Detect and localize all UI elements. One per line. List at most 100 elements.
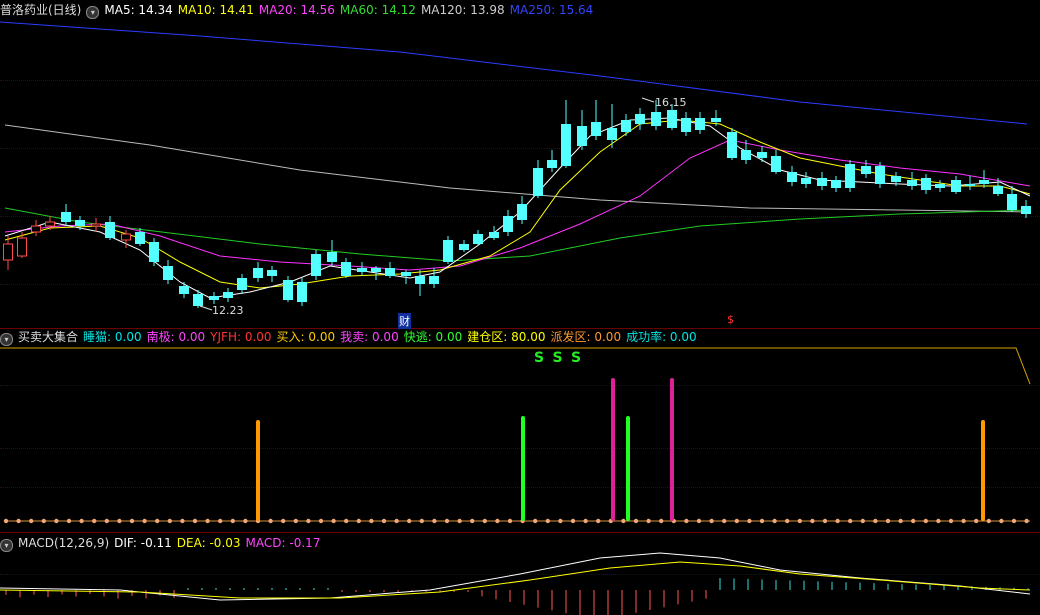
candle-body: [635, 114, 645, 124]
signal-dot: [885, 518, 891, 524]
macd-panel-header: ▾ MACD(12,26,9) DIF: -0.11 DEA: -0.03 MACD: …: [0, 534, 325, 552]
stock-name[interactable]: 普洛药业(日线): [0, 3, 81, 17]
candle-body: [61, 212, 71, 222]
candle-body: [741, 150, 751, 160]
signal-dot: [92, 518, 97, 524]
ma-legend-item: MA250: 15.64: [509, 3, 594, 17]
signal-legend-item: 睡猫: 0.00: [83, 330, 142, 344]
signal-dot: [419, 518, 424, 524]
candle-body: [401, 272, 411, 276]
ma-legend-item: MA60: 14.12: [339, 3, 416, 17]
signal-panel-header: ▾ 买卖大集合 睡猫: 0.00 南极: 0.00 YJFH: 0.00 买入: 0.00…: [0, 328, 707, 346]
candle-body: [503, 216, 513, 232]
signal-dot: [848, 518, 853, 524]
candle-body: [75, 220, 85, 226]
signal-dot: [570, 518, 576, 524]
candle-body: [459, 244, 469, 250]
signal-dot: [54, 518, 59, 524]
candle-body: [547, 160, 557, 168]
candle-body: [45, 221, 55, 227]
signal-dot: [583, 518, 588, 524]
signal-dot: [155, 518, 160, 524]
signal-dot: [167, 518, 172, 524]
signal-dot: [205, 518, 210, 524]
signal-legend-item: 南极: 0.00: [146, 330, 206, 344]
signal-dot: [180, 518, 185, 524]
candle-body: [283, 280, 293, 300]
signal-legend-item: 派发区: 0.00: [550, 330, 622, 344]
candle-body: [771, 156, 781, 172]
signal-dot: [835, 518, 840, 524]
signal-dot: [29, 518, 34, 524]
candle-body: [327, 252, 337, 262]
signal-indicator-title[interactable]: 买卖大集合: [18, 330, 78, 344]
signal-dot: [129, 518, 135, 524]
signal-dot: [432, 518, 437, 524]
signal-legend-item: 买入: 0.00: [276, 330, 336, 344]
candle-body: [591, 122, 601, 136]
macd-dea-value: DEA: -0.03: [176, 536, 241, 550]
signal-dot: [1024, 518, 1029, 524]
candle-body: [607, 128, 617, 140]
chevron-down-icon[interactable]: ▾: [86, 6, 100, 19]
signal-dot: [810, 518, 815, 524]
candle-body: [979, 180, 989, 184]
ma-legend-item: MA20: 14.56: [258, 3, 335, 17]
candle-body: [727, 132, 737, 158]
signal-dot: [860, 518, 865, 524]
macd-macd-value: MACD: -0.17: [245, 536, 321, 550]
candle-body: [17, 237, 27, 257]
signal-dot: [533, 518, 538, 524]
candle-body: [891, 176, 901, 182]
signal-dot: [41, 518, 46, 524]
signal-dot: [218, 518, 223, 524]
signal-legend-item: 快逃: 0.00: [403, 330, 463, 344]
ma-legend-item: MA5: 14.34: [104, 3, 173, 17]
chevron-down-icon[interactable]: ▾: [0, 333, 13, 346]
candle-body: [163, 266, 173, 280]
candle-body: [757, 152, 767, 158]
signal-dot: [281, 518, 286, 524]
signal-dot: [344, 518, 349, 524]
candle-body: [385, 268, 395, 276]
candle-body: [845, 164, 855, 188]
candle-body: [935, 184, 945, 188]
candle-body: [311, 254, 321, 276]
candle-body: [787, 172, 797, 182]
signal-dot: [986, 518, 991, 524]
signal-dot: [192, 518, 198, 524]
signal-dot: [230, 518, 235, 524]
candle-body: [3, 243, 13, 261]
candle-body: [951, 180, 961, 192]
signal-dot: [306, 518, 311, 524]
signal-legend-item: 建仓区: 80.00: [467, 330, 546, 344]
signal-dot: [709, 518, 714, 524]
signal-dot: [268, 518, 273, 524]
candle-body: [489, 232, 499, 238]
signal-dot: [457, 518, 462, 524]
signal-dot: [684, 518, 689, 524]
candle-body: [921, 178, 931, 190]
ma-legend-item: MA120: 13.98: [420, 3, 505, 17]
candle-body: [357, 268, 367, 272]
candle-body: [179, 286, 189, 294]
candle-body: [31, 225, 41, 233]
signal-legend-item: 我卖: 0.00: [340, 330, 399, 344]
candle-body: [267, 270, 277, 276]
macd-dif-value: DIF: -0.11: [114, 536, 172, 550]
signal-dot: [696, 518, 702, 524]
high-pointer: [641, 97, 655, 103]
stock-chart-canvas[interactable]: [0, 0, 1040, 615]
candle-body: [621, 120, 631, 132]
candle-body: [91, 223, 101, 227]
candle-body: [297, 282, 307, 302]
candle-body: [341, 262, 351, 276]
candle-body: [209, 296, 219, 300]
signal-dot: [507, 518, 513, 524]
signal-dot: [243, 518, 248, 524]
signal-dot: [66, 518, 72, 524]
macd-title[interactable]: MACD(12,26,9): [18, 536, 109, 550]
signal-dot: [999, 518, 1004, 524]
candle-body: [193, 294, 203, 306]
chevron-down-icon[interactable]: ▾: [0, 539, 13, 552]
